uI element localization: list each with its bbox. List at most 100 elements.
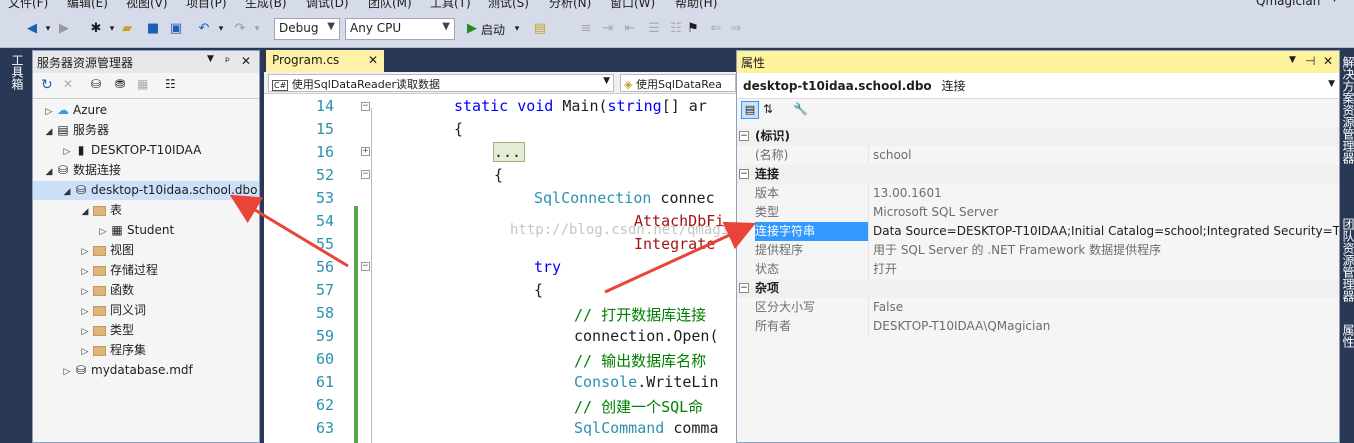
menu-project[interactable]: 项目(P) — [186, 0, 227, 10]
object-selector[interactable]: desktop-t10idaa.school.dbo 连接 ▼ — [737, 73, 1339, 99]
fold-toggle[interactable]: − — [361, 102, 370, 111]
tree-node-synonyms[interactable]: ▷ 同义词 — [79, 301, 146, 320]
comment-icon[interactable]: ☰ — [646, 21, 662, 37]
collapse-icon[interactable]: − — [739, 169, 749, 179]
pin-icon[interactable]: ᵖ — [225, 54, 230, 68]
next-bookmark-icon[interactable]: ⇒ — [728, 21, 744, 37]
user-name[interactable]: Qmagician — [1256, 0, 1320, 8]
start-icon[interactable]: ▶ — [464, 21, 480, 37]
expand-icon[interactable]: ▷ — [79, 243, 91, 262]
save-icon[interactable]: ■ — [145, 21, 161, 37]
prev-bookmark-icon[interactable]: ⇐ — [708, 21, 724, 37]
property-value[interactable]: DESKTOP-T10IDAA\QMagician — [873, 317, 1339, 336]
menu-team[interactable]: 团队(M) — [368, 0, 412, 10]
team-explorer-side-tab[interactable]: 团队资源管理器 — [1340, 218, 1354, 302]
property-category[interactable]: − 杂项 — [737, 279, 1339, 298]
back-icon[interactable]: ◀ — [24, 21, 40, 37]
tree-node-mydatabase[interactable]: ▷ ⛁ mydatabase.mdf — [61, 361, 193, 380]
type-dropdown[interactable]: ◈ 使用SqlDataRea — [620, 74, 736, 92]
property-value[interactable]: 打开 — [873, 260, 1339, 279]
property-value[interactable]: 用于 SQL Server 的 .NET Framework 数据提供程序 — [873, 241, 1339, 260]
code-area[interactable]: − + − − 14 static void Main(string[] ar 15… — [264, 94, 736, 443]
format-icon[interactable]: ≡ — [578, 21, 594, 37]
collapse-icon[interactable]: − — [739, 283, 749, 293]
refresh-icon[interactable]: ↻ — [41, 77, 53, 93]
properties-icon[interactable]: ☷ — [165, 77, 176, 91]
tree-node-school-connection[interactable]: ◢ ⛁ desktop-t10idaa.school.dbo — [33, 181, 259, 200]
tree-node-desktop-server[interactable]: ▷ ▮ DESKTOP-T10IDAA — [61, 141, 202, 162]
expand-icon[interactable]: ▷ — [61, 363, 73, 382]
close-icon[interactable]: ✕ — [368, 53, 378, 67]
fold-toggle[interactable]: − — [361, 170, 370, 179]
connect-sharepoint-icon[interactable]: ▦ — [137, 77, 148, 91]
tree-node-tables[interactable]: ◢ 表 — [79, 201, 122, 220]
tree-node-functions[interactable]: ▷ 函数 — [79, 281, 134, 300]
connect-database-icon[interactable]: ⛁ — [91, 77, 101, 91]
fold-toggle[interactable]: − — [361, 262, 370, 271]
browser-link-icon[interactable]: ▤ — [532, 21, 548, 37]
uncomment-icon[interactable]: ☷ — [668, 21, 684, 37]
new-dropdown-icon[interactable]: ▾ — [104, 21, 120, 37]
property-row[interactable]: 版本 13.00.1601 — [737, 184, 1339, 203]
pin-icon[interactable]: ⊣ — [1305, 54, 1315, 68]
collapse-icon[interactable]: ◢ — [61, 183, 73, 202]
new-project-icon[interactable]: ✱ — [88, 21, 104, 37]
tree-node-data-connections[interactable]: ◢ ⛁ 数据连接 — [43, 161, 121, 180]
redo-dropdown-icon[interactable]: ▾ — [249, 21, 265, 37]
close-icon[interactable]: ✕ — [1323, 54, 1333, 68]
property-row[interactable]: 提供程序 用于 SQL Server 的 .NET Framework 数据提供程… — [737, 241, 1339, 260]
menu-test[interactable]: 测试(S) — [488, 0, 529, 10]
tree-node-types[interactable]: ▷ 类型 — [79, 321, 134, 340]
property-row[interactable]: 状态 打开 — [737, 260, 1339, 279]
tab-program-cs[interactable]: Program.cs ✕ — [266, 50, 384, 72]
close-icon[interactable]: ✕ — [241, 54, 251, 68]
bookmark-icon[interactable]: ⚑ — [685, 21, 701, 37]
expand-icon[interactable]: ▷ — [79, 343, 91, 362]
menu-view[interactable]: 视图(V) — [126, 0, 168, 10]
property-row[interactable]: 所有者 DESKTOP-T10IDAA\QMagician — [737, 317, 1339, 336]
fold-toggle[interactable]: + — [361, 147, 370, 156]
project-dropdown[interactable]: C# 使用SqlDataReader读取数据 ▼ — [268, 74, 614, 92]
expand-icon[interactable]: ▷ — [79, 303, 91, 322]
tree-node-azure[interactable]: ▷ ☁ Azure — [43, 101, 108, 122]
menu-help[interactable]: 帮助(H) — [675, 0, 717, 10]
property-value[interactable]: False — [873, 298, 1339, 317]
tree-node-assemblies[interactable]: ▷ 程序集 — [79, 341, 146, 360]
outdent-icon[interactable]: ⇤ — [622, 21, 638, 37]
collapse-icon[interactable]: ◢ — [43, 123, 55, 142]
menu-window[interactable]: 窗口(W) — [610, 0, 655, 10]
expand-icon[interactable]: ▷ — [79, 283, 91, 302]
save-all-icon[interactable]: ▣ — [168, 21, 184, 37]
property-row[interactable]: 连接字符串 Data Source=DESKTOP-T10IDAA;Initial… — [737, 222, 1339, 241]
tree-node-servers[interactable]: ◢ ▤ 服务器 — [43, 121, 109, 140]
menu-analyze[interactable]: 分析(N) — [549, 0, 591, 10]
menu-build[interactable]: 生成(B) — [245, 0, 287, 10]
expand-icon[interactable]: ▷ — [61, 143, 73, 162]
menu-file[interactable]: 文件(F) — [8, 0, 48, 10]
tree-node-student-table[interactable]: ▷ ▦ Student — [97, 221, 175, 240]
alphabetical-icon[interactable]: ⇅ — [763, 102, 773, 116]
tree-node-stored-procedures[interactable]: ▷ 存储过程 — [79, 261, 158, 280]
undo-icon[interactable]: ↶ — [196, 21, 212, 37]
property-category[interactable]: − (标识) — [737, 127, 1339, 146]
connect-server-icon[interactable]: ⛃ — [115, 77, 125, 91]
user-dropdown-icon[interactable]: ▾ — [1332, 0, 1337, 5]
solution-platform-select[interactable]: Any CPU ▼ — [345, 18, 455, 40]
collapse-icon[interactable]: ◢ — [43, 163, 55, 182]
panel-menu-icon[interactable]: ▼ — [1289, 55, 1296, 65]
property-row[interactable]: 类型 Microsoft SQL Server — [737, 203, 1339, 222]
menu-tools[interactable]: 工具(T) — [430, 0, 471, 10]
panel-menu-icon[interactable]: ▼ — [207, 54, 214, 64]
property-pages-icon[interactable]: 🔧 — [793, 102, 808, 116]
expand-icon[interactable]: ▷ — [43, 103, 55, 122]
property-value[interactable]: school — [873, 146, 1339, 165]
undo-dropdown-icon[interactable]: ▾ — [213, 21, 229, 37]
property-value[interactable]: Data Source=DESKTOP-T10IDAA;Initial Cata… — [873, 222, 1339, 241]
property-row[interactable]: 区分大小写 False — [737, 298, 1339, 317]
property-row[interactable]: (名称) school — [737, 146, 1339, 165]
solution-configuration-select[interactable]: Debug ▼ — [274, 18, 340, 40]
solution-explorer-side-tab[interactable]: 解决方案资源管理器 — [1340, 56, 1354, 164]
toolbox-side-tab[interactable]: 工具箱 — [0, 48, 30, 443]
collapse-icon[interactable]: ◢ — [79, 203, 91, 222]
tree-node-views[interactable]: ▷ 视图 — [79, 241, 134, 260]
